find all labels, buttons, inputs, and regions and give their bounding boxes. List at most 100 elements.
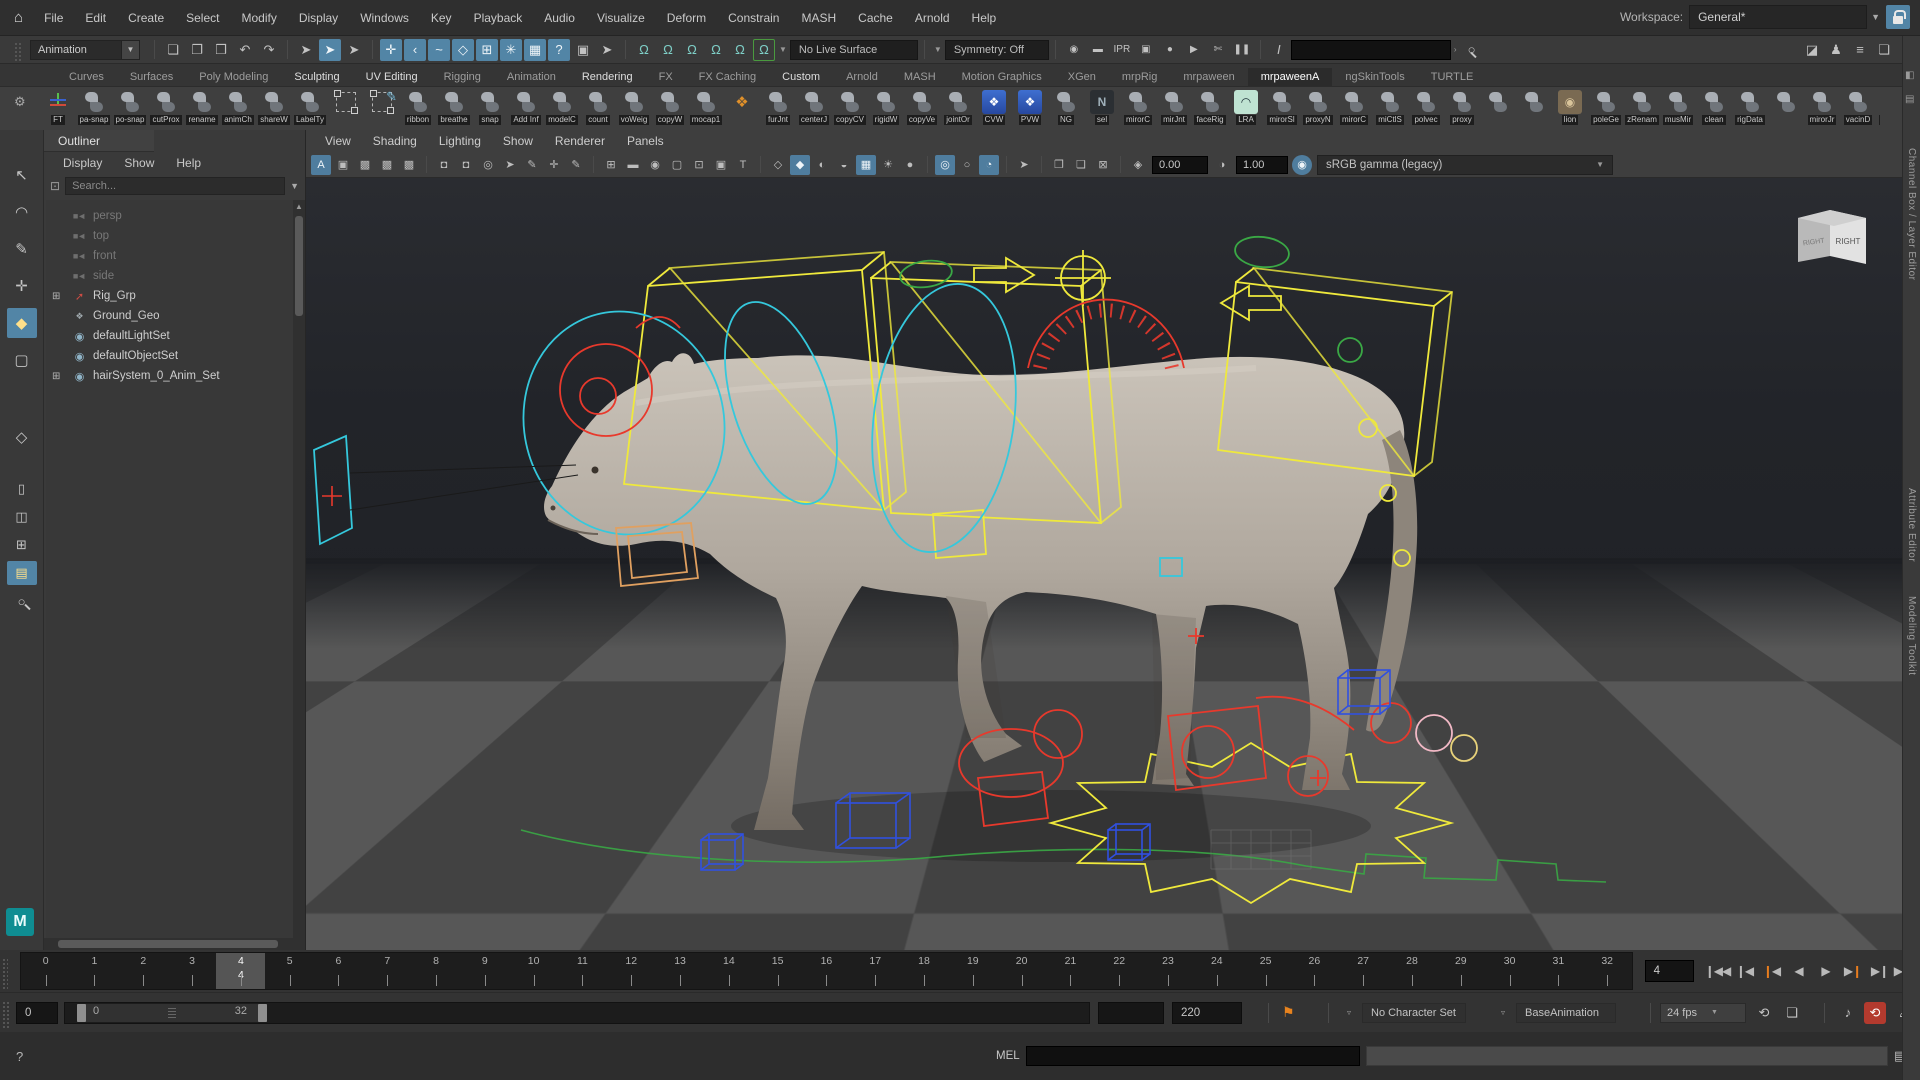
outliner-item[interactable]: ◉ defaultLightSet [46,326,305,346]
post-effect-icon[interactable]: ○ [957,155,977,175]
timeline-tick[interactable]: 31 [1534,953,1583,989]
viewport-icon[interactable]: ▩ [377,155,397,175]
timeline-tick[interactable]: 24 [1192,953,1241,989]
layout-button[interactable]: ⊞ [7,533,37,557]
layout-button[interactable]: ▤ [7,561,37,585]
outliner-menu-item[interactable]: Help [167,156,210,170]
gamma-field[interactable]: 1.00 [1236,156,1288,174]
snap-icon[interactable]: ✳ [500,39,522,61]
post-effect-icon[interactable]: ◔ [979,155,999,175]
outliner-menu-item[interactable]: Display [54,156,111,170]
shelf-button[interactable]: NG [1048,87,1084,130]
playback-button[interactable]: ❙◀◀ [1704,959,1731,983]
timeline-tick[interactable]: 0 [21,953,70,989]
magnet-icon[interactable]: Ω [681,39,703,61]
playback-button[interactable]: ❙◀ [1731,959,1758,983]
render-icon[interactable]: ▣ [1135,39,1157,61]
range-slider-track[interactable]: 0 32 [64,1002,1090,1024]
viewport-menu-item[interactable]: Renderer [544,134,616,148]
shelf-button[interactable]: mirJnt [1156,87,1192,130]
shelf-tab[interactable]: Custom [769,68,833,86]
scrollbar-thumb[interactable] [295,216,303,316]
viewport-menu-item[interactable]: Panels [616,134,675,148]
shelf-button[interactable]: ◉ lion [1552,87,1588,130]
timeline-tick[interactable]: 9 [460,953,509,989]
magnet-icon[interactable]: Ω [729,39,751,61]
menu-item[interactable]: Windows [349,0,420,36]
gate-icon[interactable]: ▣ [711,155,731,175]
magnet-icon[interactable]: Ω [633,39,655,61]
menu-item[interactable]: Modify [230,0,287,36]
shelf-button[interactable]: furJnt [760,87,796,130]
shelf-tab[interactable]: TURTLE [1418,68,1487,86]
render-icon[interactable]: ● [1159,39,1181,61]
shelf-button[interactable]: jointOr [940,87,976,130]
menu-item[interactable]: Audio [533,0,586,36]
shelf-button[interactable]: copyW [652,87,688,130]
live-surface-field[interactable]: No Live Surface [790,40,918,60]
shelf-button[interactable]: pa-snap [76,87,112,130]
expand-icon[interactable] [52,251,63,262]
shelf-button[interactable]: musMir [1660,87,1696,130]
shelf-button[interactable]: FT [40,87,76,130]
shelf-button[interactable]: po-snap [112,87,148,130]
drag-handle[interactable] [2,1002,10,1030]
shelf-button[interactable]: mirorC [1120,87,1156,130]
camera-tool-icon[interactable]: ✛ [544,155,564,175]
menu-item[interactable]: Arnold [904,0,961,36]
outliner-item[interactable]: ■◄ front [46,246,305,266]
shelf-button[interactable] [1516,87,1552,130]
lock-selection-icon[interactable]: ▣ [572,39,594,61]
shelf-button[interactable]: clean [1696,87,1732,130]
shelf-button[interactable]: rigData [1732,87,1768,130]
outliner-item[interactable]: ■◄ top [46,226,305,246]
shading-icon[interactable]: ☀ [878,155,898,175]
tool-button[interactable]: ▢ [7,345,37,375]
expand-icon[interactable] [52,331,63,342]
playback-loop-icon[interactable]: ⟲ [1752,1002,1776,1024]
menu-item[interactable]: Playback [463,0,534,36]
chevron-right-icon[interactable]: › [1454,45,1457,54]
shelf-button[interactable]: rename [184,87,220,130]
shelf-tab[interactable]: XGen [1055,68,1109,86]
sidebar-toggle-icon[interactable]: ❏ [1873,39,1895,61]
shelf-button[interactable]: mocap1 [688,87,724,130]
chevron-down-icon[interactable]: ▿ [1347,1008,1351,1017]
viewport-icon[interactable]: A [311,155,331,175]
timeline-tick[interactable]: 3 [168,953,217,989]
magnet-icon[interactable]: Ω [705,39,727,61]
shelf-tab[interactable]: mrpaween [1170,68,1247,86]
gate-icon[interactable]: ▬ [623,155,643,175]
camera-tool-icon[interactable]: ➤ [500,155,520,175]
viewport-menu-item[interactable]: View [314,134,362,148]
snap-icon[interactable]: ◇ [452,39,474,61]
tool-button[interactable]: ✎ [7,234,37,264]
range-end-handle[interactable] [258,1004,267,1022]
shelf-tab[interactable]: mrpaweenA [1248,68,1333,86]
shelf-button[interactable] [328,87,364,130]
snap-icon[interactable]: ‹ [404,39,426,61]
timeline-tick[interactable]: 23 [1144,953,1193,989]
shelf-tab[interactable]: Animation [494,68,569,86]
outliner-vscrollbar[interactable]: ▲ [293,200,305,938]
shelf-tab[interactable]: Rigging [431,68,494,86]
expand-icon[interactable] [52,271,63,282]
arrow-right-control[interactable] [974,258,1034,292]
camera-tool-icon[interactable]: ✎ [522,155,542,175]
shelf-button[interactable]: voWeig [616,87,652,130]
menu-item[interactable]: MASH [790,0,847,36]
shelf-tab[interactable]: Arnold [833,68,891,86]
outliner-item[interactable]: ◉ defaultObjectSet [46,346,305,366]
post-effect-icon[interactable]: ◎ [935,155,955,175]
timeline-tick[interactable]: 25 [1241,953,1290,989]
snap-icon[interactable]: ⊞ [476,39,498,61]
timeline-tick[interactable]: 17 [851,953,900,989]
menu-item[interactable]: Create [117,0,175,36]
status-icon[interactable]: ❒ [210,39,232,61]
shelf-button[interactable]: mirorJr [1804,87,1840,130]
camera-tool-icon[interactable]: ◘ [434,155,454,175]
timeline-tick[interactable]: 4 4 [216,953,265,989]
gate-icon[interactable]: T [733,155,753,175]
sidebar-toggle-icon[interactable]: ≡ [1849,39,1871,61]
shelf-tab[interactable]: Rendering [569,68,646,86]
